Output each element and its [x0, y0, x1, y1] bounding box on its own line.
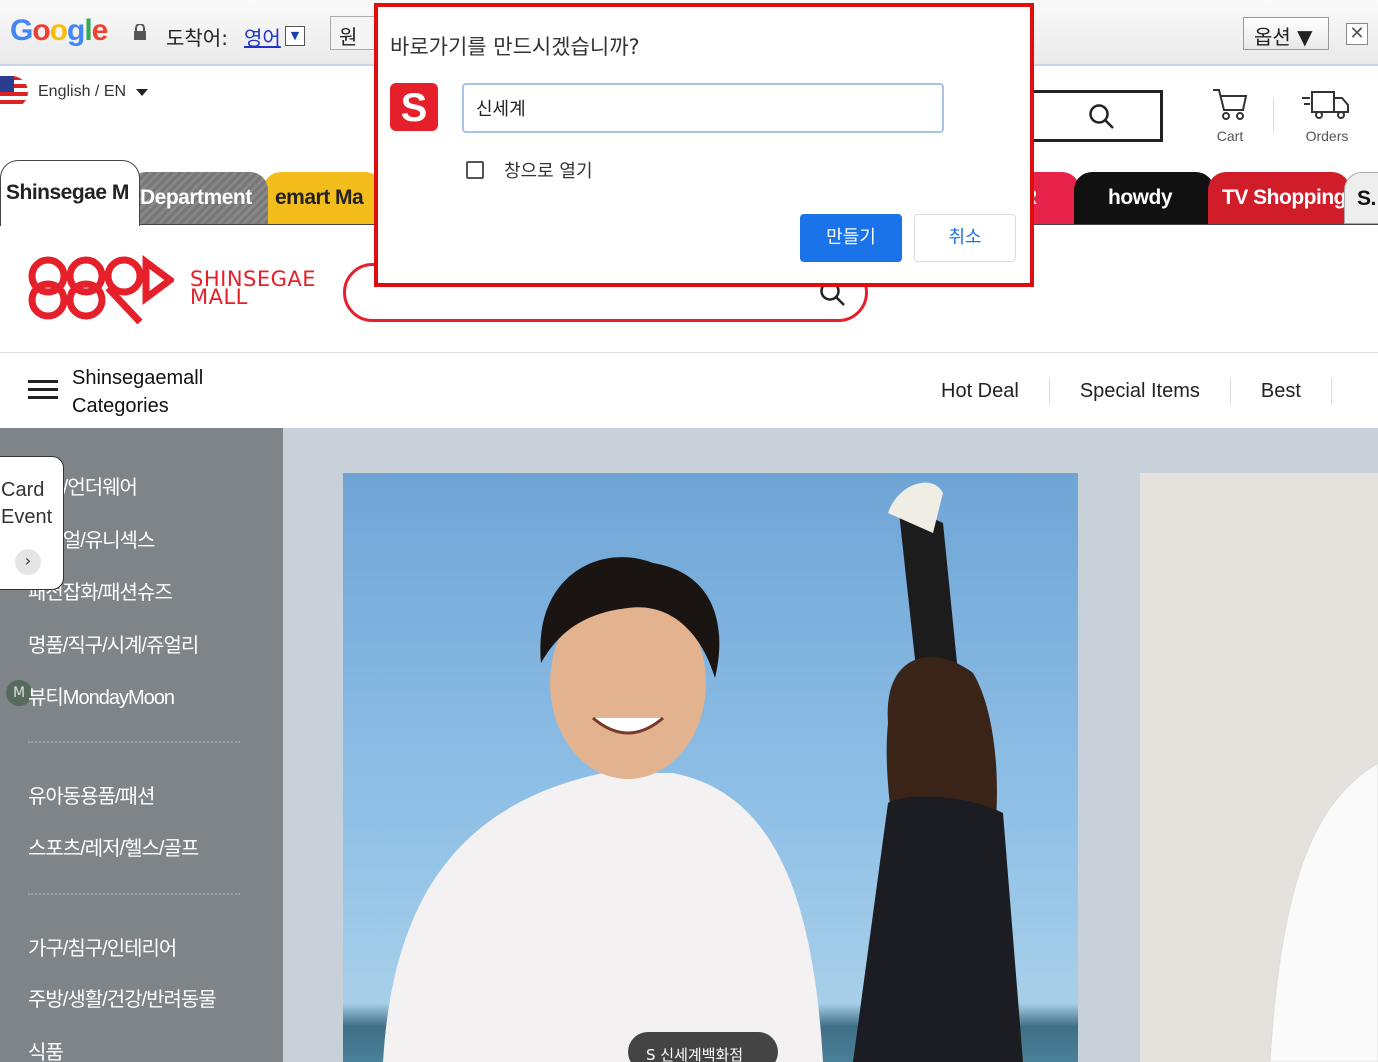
nav-special-items[interactable]: Special Items	[1050, 378, 1231, 404]
tab-howdy[interactable]: howdy	[1074, 172, 1214, 224]
card-event-label: Card Event	[1, 477, 52, 531]
sidebar-item-food[interactable]: 식품	[28, 1036, 64, 1062]
banner-image-next[interactable]	[1140, 473, 1378, 1062]
brand-wordmark: SHINSEGAE MALL	[190, 269, 316, 308]
tab-s[interactable]: S.	[1344, 172, 1378, 224]
cancel-button[interactable]: 취소	[914, 214, 1016, 262]
language-dropdown-icon[interactable]: ▼	[285, 26, 305, 46]
card-event-panel[interactable]: Card Event ›	[0, 456, 64, 590]
nav-hot-deal[interactable]: Hot Deal	[941, 378, 1050, 404]
us-flag-icon	[0, 76, 28, 108]
hamburger-menu-icon[interactable]	[28, 380, 58, 404]
sidebar-item-sports[interactable]: 스포츠/레저/헬스/골프	[28, 832, 199, 861]
lock-icon	[134, 24, 146, 40]
search-icon[interactable]	[1088, 103, 1116, 131]
card-event-line1: Card	[1, 479, 45, 501]
tab-department[interactable]: Department	[128, 172, 268, 224]
top-nav: Hot Deal Special Items Best	[941, 378, 1332, 404]
create-shortcut-dialog: 바로가기를 만드시겠습니까? S 창으로 열기 만들기 취소	[374, 3, 1034, 287]
caret-down-icon	[136, 88, 149, 96]
orders-label: Orders	[1305, 128, 1349, 144]
sidebar-divider	[28, 741, 240, 743]
sidebar-item-kitchen[interactable]: 주방/생활/건강/반려동물	[28, 983, 217, 1012]
categories-title[interactable]: Shinsegaemall Categories	[72, 364, 203, 420]
options-button[interactable]: 옵션 ▼	[1243, 17, 1329, 50]
categories-title-line1: Shinsegaemall	[72, 367, 204, 389]
open-as-window-label[interactable]: 창으로 열기	[504, 157, 593, 183]
department-store-badge: S 신세계백화점	[628, 1032, 778, 1062]
cart-label: Cart	[1216, 128, 1244, 144]
chevron-right-icon[interactable]: ›	[15, 549, 41, 575]
create-button[interactable]: 만들기	[800, 214, 902, 262]
destination-label: 도착어:	[166, 26, 228, 50]
google-logo: Google	[10, 14, 108, 47]
orders-button[interactable]: Orders	[1296, 86, 1358, 144]
tab-tv-shopping[interactable]: TV Shopping	[1208, 172, 1350, 224]
destination-language-link[interactable]: 영어	[244, 22, 281, 51]
cart-button[interactable]: Cart	[1202, 86, 1258, 144]
shinsegae-mall-logo[interactable]	[28, 252, 174, 324]
dialog-title: 바로가기를 만드시겠습니까?	[390, 35, 640, 59]
header-divider	[1273, 98, 1274, 132]
open-as-window-checkbox[interactable]	[466, 161, 484, 179]
sidebar-item-luxury[interactable]: 명품/직구/시계/쥬얼리	[28, 629, 199, 658]
site-favicon-icon: S	[390, 83, 438, 131]
sidebar-item-kids[interactable]: 유아동용품/패션	[28, 780, 155, 809]
show-original-button[interactable]: 원	[330, 16, 376, 50]
nav-best[interactable]: Best	[1231, 378, 1332, 404]
sidebar-divider	[28, 893, 240, 895]
banner-photo-shirt	[1269, 762, 1378, 1062]
card-event-line2: Event	[1, 506, 53, 528]
header-divider-line	[0, 352, 1378, 353]
sidebar-item-beauty[interactable]: 뷰티MondayMoon	[28, 681, 175, 710]
tab-shinsegae-mall[interactable]: Shinsegae M	[0, 160, 140, 226]
language-selector[interactable]: English / EN	[0, 76, 149, 108]
banner-image[interactable]	[343, 473, 1078, 1062]
shortcut-name-input[interactable]	[462, 83, 944, 133]
banner-photo-people	[383, 482, 1023, 1062]
truck-icon	[1302, 91, 1349, 119]
close-icon[interactable]: ✕	[1346, 23, 1368, 45]
sidebar-item-furniture[interactable]: 가구/침구/인테리어	[28, 932, 177, 961]
categories-title-line2: Categories	[72, 395, 169, 417]
tab-emart-mall[interactable]: emart Ma	[263, 172, 383, 224]
language-label: English / EN	[38, 83, 127, 100]
cart-icon	[1213, 89, 1248, 120]
header-search-box[interactable]	[1030, 90, 1163, 142]
